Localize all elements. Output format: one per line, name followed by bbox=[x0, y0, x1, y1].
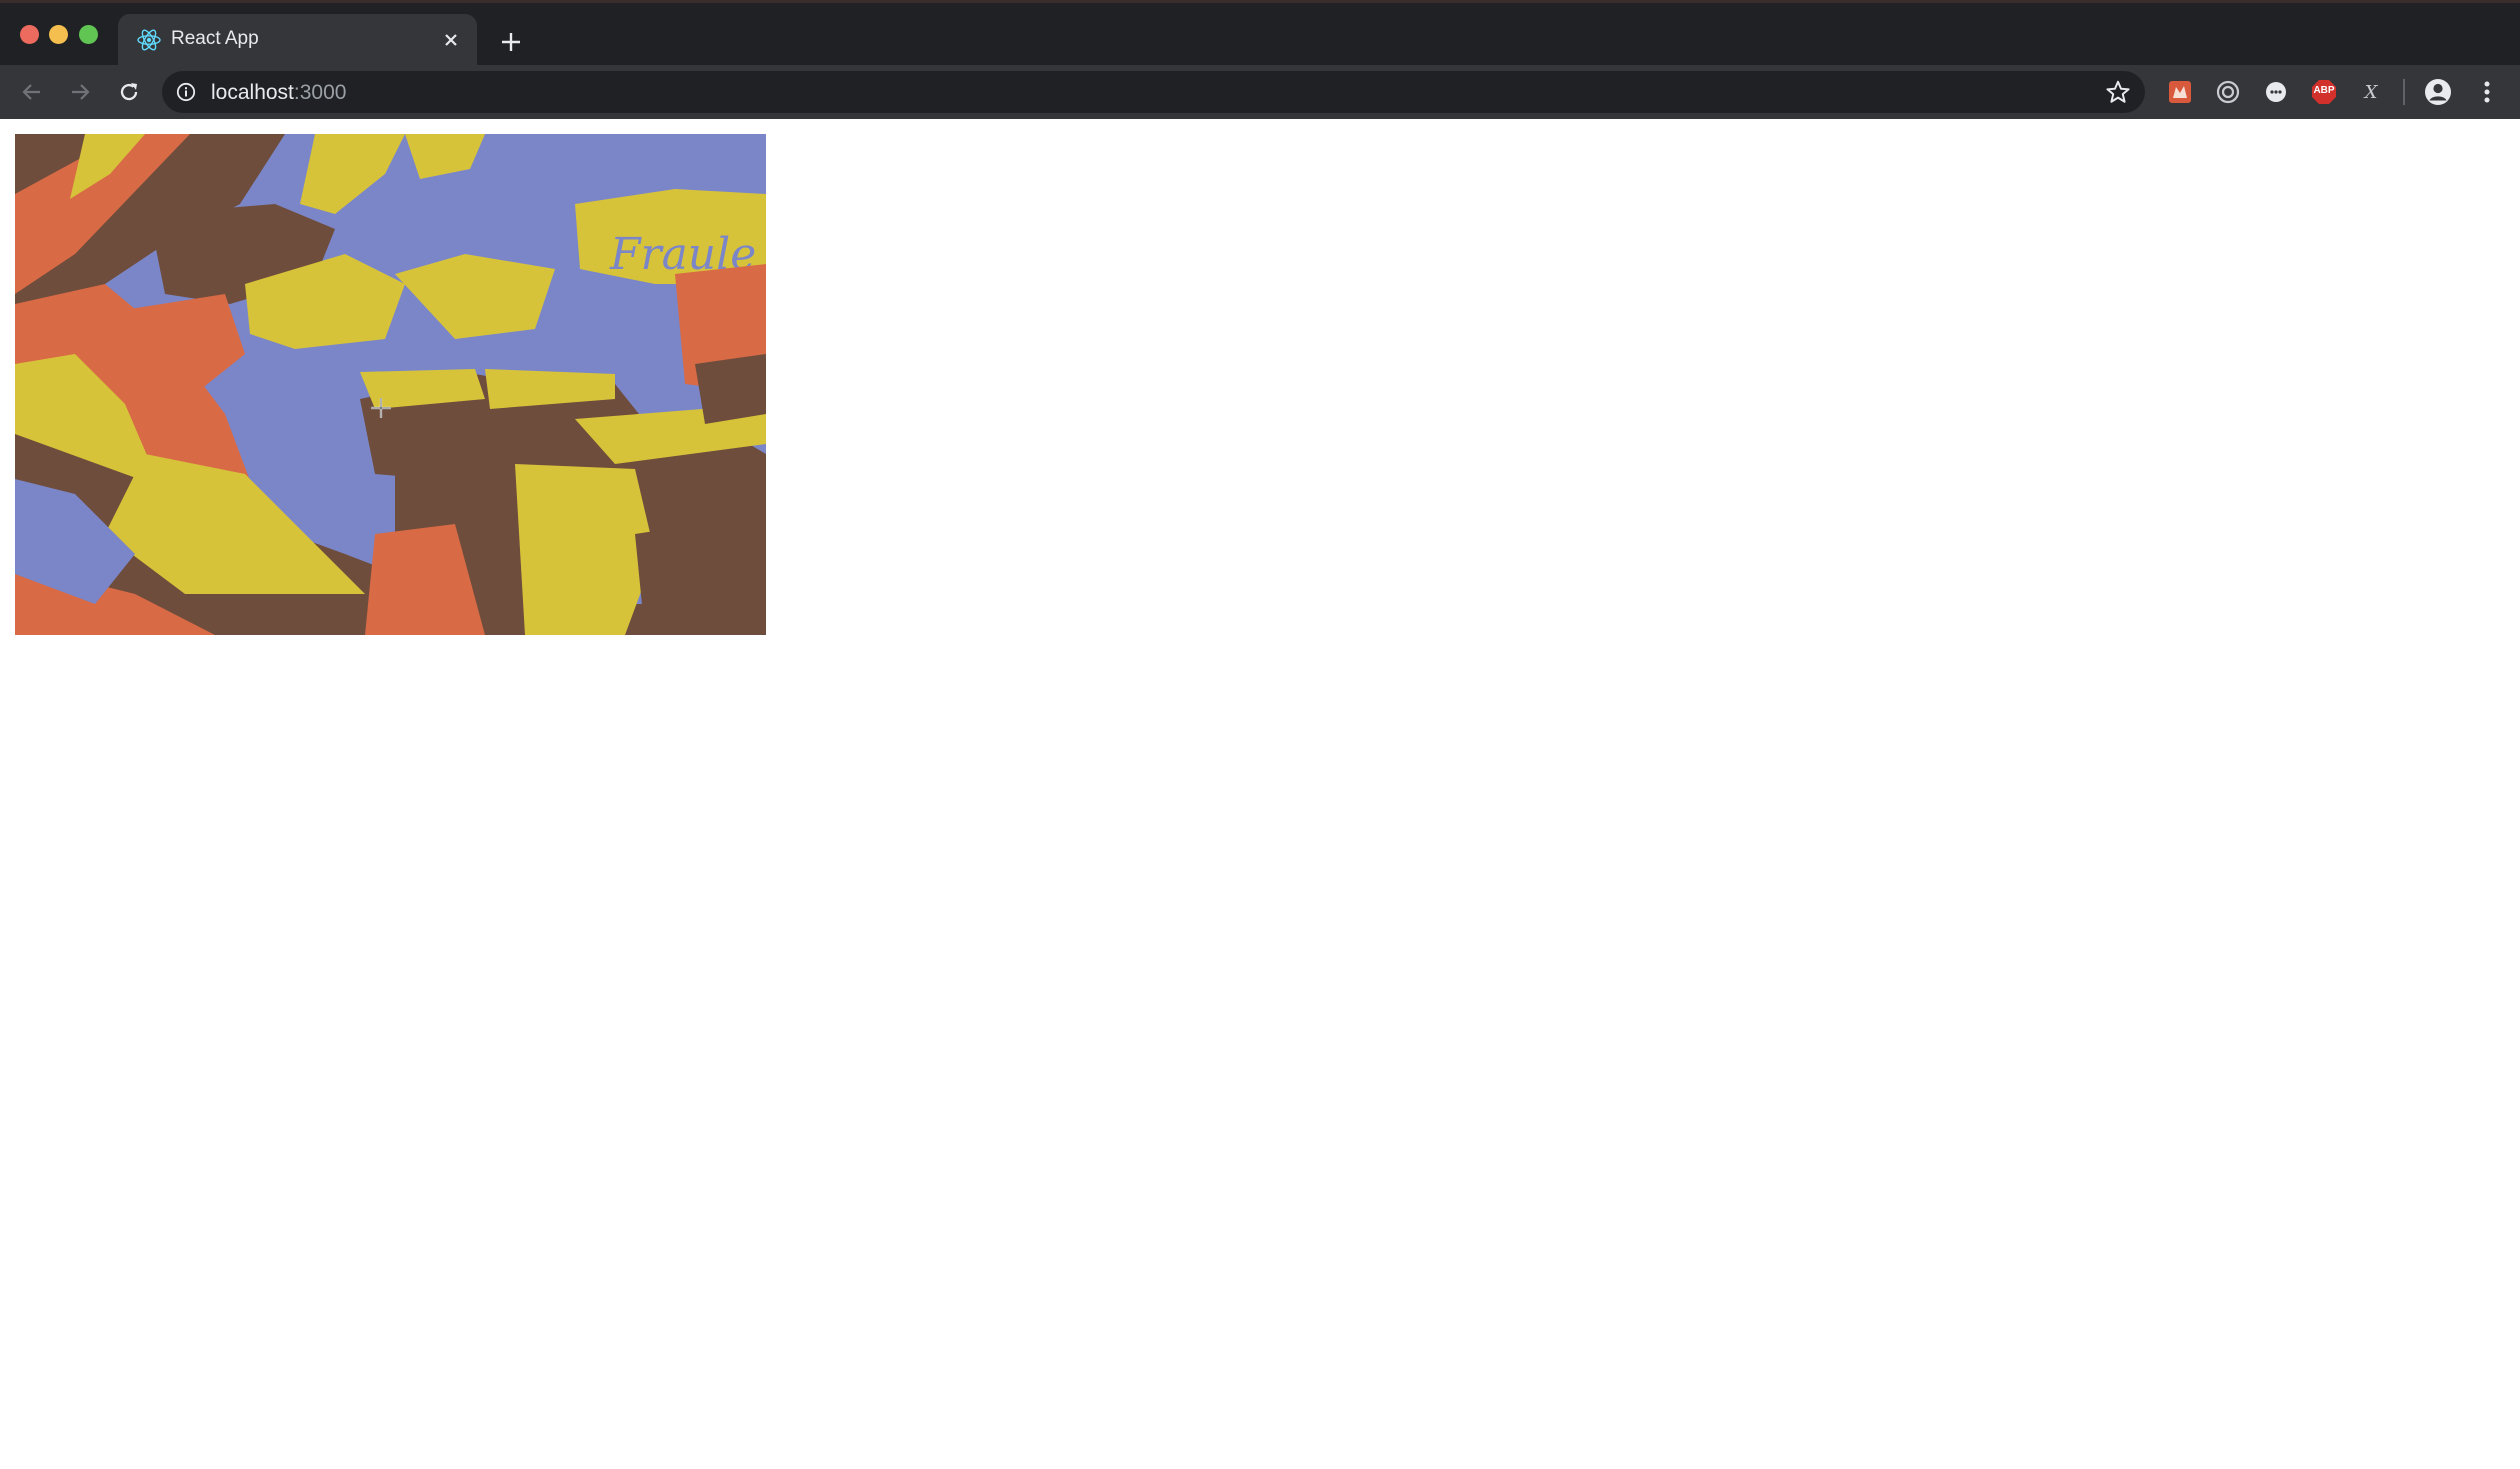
adblock-plus-icon[interactable]: ABP bbox=[2308, 76, 2340, 108]
extension-x-label: X bbox=[2364, 81, 2378, 103]
new-tab-plus-icon[interactable] bbox=[494, 25, 528, 59]
url-port: :3000 bbox=[293, 81, 347, 104]
extension-circle-icon[interactable] bbox=[2212, 76, 2244, 108]
address-bar[interactable]: localhost:3000 bbox=[162, 71, 2145, 113]
url-text[interactable]: localhost:3000 bbox=[211, 81, 346, 105]
tab-react-app[interactable]: React App bbox=[118, 14, 477, 65]
extension-x-icon[interactable]: X bbox=[2355, 76, 2387, 108]
window-maximize-button[interactable] bbox=[79, 25, 98, 44]
toolbar-divider bbox=[2403, 79, 2405, 105]
forward-arrow-icon[interactable] bbox=[64, 76, 96, 108]
extension-chat-icon[interactable] bbox=[2260, 76, 2292, 108]
tab-strip: React App bbox=[0, 3, 2520, 65]
extension-red-icon[interactable] bbox=[2164, 76, 2196, 108]
window-close-button[interactable] bbox=[20, 25, 39, 44]
profile-avatar-icon[interactable] bbox=[2422, 76, 2454, 108]
posterized-jam-jars-image: Fraule bbox=[15, 134, 766, 635]
window-minimize-button[interactable] bbox=[49, 25, 68, 44]
url-host: localhost bbox=[211, 81, 294, 104]
reload-icon[interactable] bbox=[113, 76, 145, 108]
toolbar: localhost:3000 ABP X bbox=[0, 65, 2520, 119]
react-logo-icon bbox=[137, 29, 161, 51]
tab-close-icon[interactable] bbox=[437, 26, 465, 54]
bookmark-star-icon[interactable] bbox=[2105, 79, 2131, 105]
site-info-icon[interactable] bbox=[176, 82, 196, 102]
crosshair-cursor-icon bbox=[371, 398, 391, 418]
back-arrow-icon[interactable] bbox=[16, 76, 48, 108]
adblock-plus-label: ABP bbox=[2313, 85, 2335, 96]
menu-kebab-icon[interactable] bbox=[2471, 76, 2503, 108]
tab-title: React App bbox=[171, 28, 259, 49]
browser-chrome: React App localhost:3000 ABP X bbox=[0, 0, 2520, 119]
